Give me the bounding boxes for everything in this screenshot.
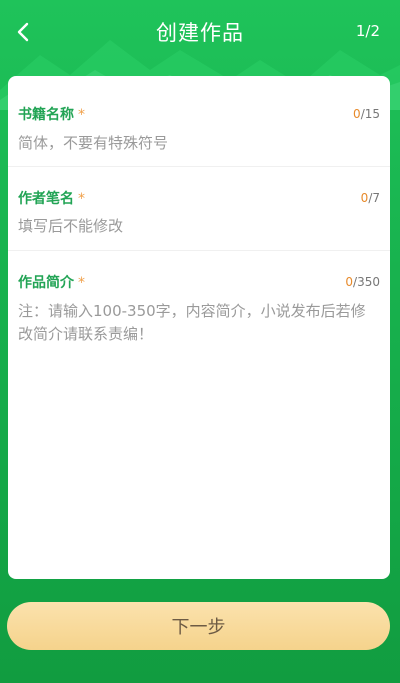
required-mark: *	[78, 191, 85, 207]
book-name-input[interactable]	[18, 132, 380, 154]
counter-current: 0	[345, 275, 354, 289]
book-name-label-text: 书籍名称	[18, 107, 74, 123]
form-card: 书籍名称* 0/15 作者笔名* 0/7 作品简介* 0/350	[8, 76, 390, 579]
pen-name-label: 作者笔名 *	[18, 188, 85, 208]
synopsis-textarea[interactable]	[18, 300, 380, 560]
step-indicator: 1/2	[355, 22, 380, 40]
pen-name-counter: 0/7	[361, 191, 380, 205]
synopsis-counter: 0/350	[345, 275, 380, 289]
book-name-label: 书籍名称 *	[18, 104, 85, 124]
counter-max: /350	[353, 275, 380, 289]
counter-max: /15	[360, 107, 380, 121]
next-step-button[interactable]: 下一步	[7, 602, 390, 650]
back-button[interactable]	[10, 18, 38, 46]
chevron-left-icon	[17, 22, 29, 42]
top-bar: 创建作品 1/2	[0, 0, 400, 64]
required-mark: *	[78, 275, 85, 291]
pen-name-input[interactable]	[18, 215, 380, 237]
book-name-counter: 0/15	[353, 107, 380, 121]
book-name-field: 书籍名称 * 0/15	[8, 76, 390, 167]
synopsis-label: 作品简介 *	[18, 272, 85, 292]
pen-name-field: 作者笔名 * 0/7	[8, 166, 390, 251]
synopsis-field: 作品简介 * 0/350	[8, 250, 390, 579]
synopsis-label-text: 作品简介	[18, 275, 74, 291]
counter-current: 0	[353, 107, 361, 121]
required-mark: *	[78, 107, 85, 123]
counter-max: /7	[368, 191, 380, 205]
page-title: 创建作品	[156, 21, 244, 45]
pen-name-label-text: 作者笔名	[18, 191, 74, 207]
